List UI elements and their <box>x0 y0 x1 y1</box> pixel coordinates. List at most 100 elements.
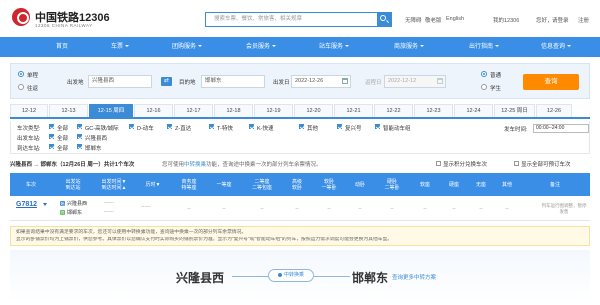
calendar-icon[interactable] <box>342 78 348 84</box>
column-header: 软座 <box>419 181 430 188</box>
type-normal-radio[interactable] <box>481 71 487 77</box>
train-type-label: K-快速 <box>257 126 274 132</box>
top-header: 中国铁路12306 12306 CHINA RAILWAY 搜索车票、餐饮、常旅… <box>0 0 600 37</box>
login-link[interactable]: 请登录 <box>552 16 569 24</box>
date-tab[interactable]: 12-25 周日 <box>494 104 535 117</box>
to-station-filter-label: 到达车站: <box>17 146 41 152</box>
show-points-checkbox[interactable] <box>436 161 441 166</box>
column-header: 一等座 <box>216 181 232 188</box>
all-type-checkbox[interactable] <box>49 124 54 129</box>
seat-cell: -- <box>479 205 483 212</box>
swap-icon[interactable]: ⇄ <box>161 77 172 86</box>
column-header: 动卧 <box>354 181 365 188</box>
my12306-link[interactable]: 我的12306 <box>493 16 519 24</box>
date-tab[interactable]: 12-20 <box>294 104 333 117</box>
seat-cell: -- <box>423 205 427 212</box>
train-type-checkbox[interactable] <box>375 124 380 129</box>
transfer-link[interactable]: 中转换乘 <box>184 162 206 168</box>
terminal-station[interactable]: 邯郸东 <box>67 209 82 216</box>
accessibility-link[interactable]: 无障碍 <box>405 16 422 24</box>
column-header: 软卧 一等卧 <box>321 178 337 191</box>
date-tab[interactable]: 12-22 <box>374 104 413 117</box>
column-header: 无座 <box>475 181 486 188</box>
train-type-checkbox[interactable] <box>129 124 134 129</box>
from-station-checkbox[interactable] <box>77 134 82 139</box>
nav-item-business[interactable]: 商旅服务 <box>383 37 435 57</box>
banner-from-city: 兴隆县西 <box>176 271 225 285</box>
origin-badge: 始 <box>60 201 65 206</box>
result-table-header: 车次 出发站 到达站 出发时间▼ 到达时间▲ 历时▼ 商务座 特等座 一等座 二等座 二等包… <box>10 173 590 196</box>
train-type-label: 车次类型: <box>17 126 41 132</box>
date-tab[interactable]: 12-21 <box>334 104 373 117</box>
more-transfer-link[interactable]: 查询更多中转方案 <box>392 273 436 281</box>
train-type-checkbox[interactable] <box>77 124 82 129</box>
trip-round-radio[interactable] <box>18 84 24 90</box>
from-label: 出发地 <box>67 80 84 86</box>
column-header[interactable]: 出发时间▼ 到达时间▲ <box>94 173 134 196</box>
column-header: 硬座 <box>448 181 459 188</box>
train-type-checkbox[interactable] <box>209 124 214 129</box>
calendar-icon[interactable] <box>437 78 443 84</box>
query-button[interactable]: 查询 <box>523 74 579 90</box>
train-number-link[interactable]: G7812 <box>16 201 37 208</box>
date-tab[interactable]: 12-16 <box>134 104 173 117</box>
language-select[interactable]: English <box>446 16 464 22</box>
show-all-checkbox[interactable] <box>514 161 519 166</box>
date-tab[interactable]: 12-23 <box>414 104 453 117</box>
depart-time-select[interactable]: 00:00--24:00 <box>533 124 589 133</box>
column-header[interactable]: 历时▼ <box>134 173 172 196</box>
to-station-input[interactable]: 邯郸东 <box>201 75 265 88</box>
transfer-pill[interactable]: 中转换乘 <box>268 269 314 282</box>
notice-box: 如果查询结果中没有满足要求的车次，您还可以使用中转换乘功能，查询途中换乘一次的部… <box>10 226 590 246</box>
type-student-radio[interactable] <box>481 84 487 90</box>
all-type-label: 全部 <box>57 126 69 132</box>
column-header: 出发站 到达站 <box>65 178 81 191</box>
column-header: 备注 <box>549 181 560 188</box>
date-tab[interactable]: 12-15 周四 <box>89 104 133 117</box>
nav-item-info[interactable]: 信息查询 <box>530 37 582 57</box>
nav-item-guide[interactable]: 出行指南 <box>458 37 510 57</box>
trip-single-label: 单程 <box>27 73 39 79</box>
train-type-label: GC-高铁/城际 <box>85 126 119 132</box>
main-nav: 首页 车票 团购服务 会员服务 站车服务 商旅服务 出行指南 信息查询 <box>0 37 600 57</box>
date-tab[interactable]: 12-26 <box>536 104 572 117</box>
terminal-badge: 终 <box>60 210 65 215</box>
route-summary: 兴隆县西 → 邯郸东（12月26日 周一）共计1个车次 <box>10 162 135 168</box>
date-tab[interactable]: 12-19 <box>254 104 293 117</box>
route-line <box>314 276 350 277</box>
nav-item-member[interactable]: 会员服务 <box>235 37 287 57</box>
date-tab[interactable]: 12-13 <box>49 104 88 117</box>
trip-single-radio[interactable] <box>18 71 24 77</box>
transfer-dot-icon <box>277 272 282 277</box>
origin-station[interactable]: 兴隆县西 <box>67 200 87 207</box>
register-link[interactable]: 注册 <box>578 16 589 24</box>
to-station-checkbox[interactable] <box>77 144 82 149</box>
from-all-checkbox[interactable] <box>49 134 54 139</box>
train-type-checkbox[interactable] <box>167 124 172 129</box>
date-tab[interactable]: 12-24 <box>454 104 493 117</box>
nav-item-group[interactable]: 团购服务 <box>161 37 213 57</box>
to-all-checkbox[interactable] <box>49 144 54 149</box>
type-student-label: 学生 <box>490 86 502 92</box>
train-type-label: 其他 <box>307 126 319 132</box>
from-station-input[interactable]: 兴隆县西 <box>88 75 152 88</box>
search-button[interactable] <box>377 12 392 27</box>
seat-cell: -- <box>260 205 264 212</box>
site-search-input[interactable]: 搜索车票、餐饮、常旅客、相关规章 <box>205 12 377 27</box>
date-tab[interactable]: 12-18 <box>214 104 253 117</box>
nav-item-station[interactable]: 站车服务 <box>308 37 360 57</box>
chevron-down-icon[interactable] <box>43 203 47 206</box>
column-header: 车次 <box>25 181 36 188</box>
column-header: 硬卧 二等卧 <box>384 178 400 191</box>
train-type-checkbox[interactable] <box>249 124 254 129</box>
date-tab[interactable]: 12-17 <box>174 104 213 117</box>
seat-cell: -- <box>452 205 456 212</box>
care-mode-link[interactable]: 敬老版 <box>425 16 442 24</box>
chevron-down-icon <box>495 45 499 48</box>
date-tab[interactable]: 12-12 <box>10 104 48 117</box>
nav-item-tickets[interactable]: 车票 <box>98 37 142 57</box>
nav-item-home[interactable]: 首页 <box>40 37 84 57</box>
train-type-checkbox[interactable] <box>299 124 304 129</box>
railway-logo-icon[interactable] <box>12 8 30 26</box>
train-type-checkbox[interactable] <box>337 124 342 129</box>
